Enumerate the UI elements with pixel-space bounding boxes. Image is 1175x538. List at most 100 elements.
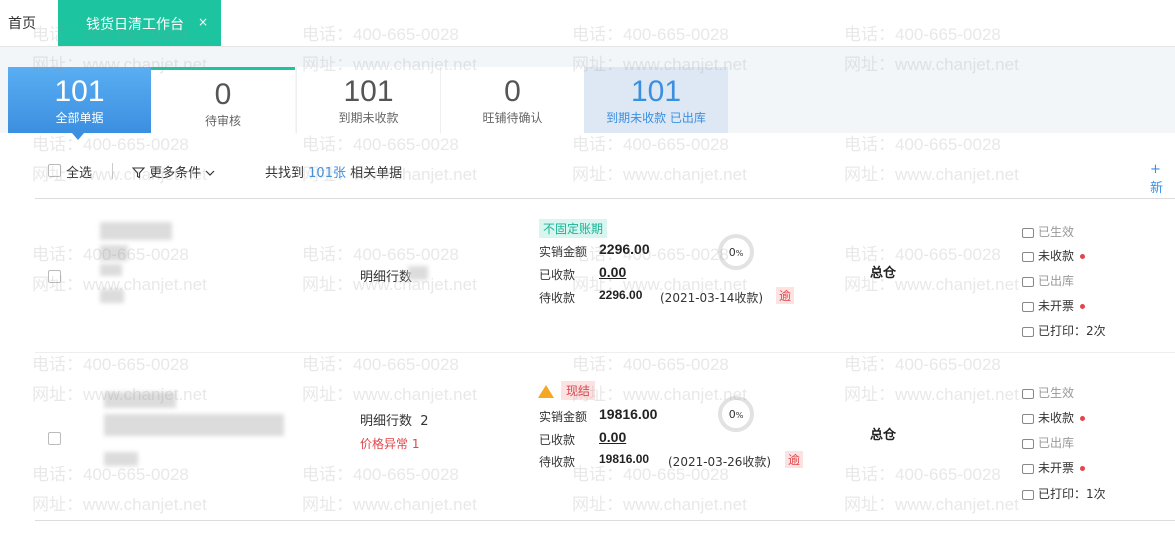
status-effective: 已生效 xyxy=(1022,384,1074,401)
alert-dot xyxy=(1080,304,1086,309)
warehouse: 总仓 xyxy=(870,428,897,443)
watermark-phone: 电话：400-665-0028 xyxy=(302,135,459,154)
received-value[interactable]: 0.00 xyxy=(599,429,626,445)
watermark-phone: 电话：400-665-0028 xyxy=(844,135,1001,154)
money-icon xyxy=(1022,413,1034,424)
alert-dot xyxy=(1080,416,1086,421)
printer-icon xyxy=(1022,326,1034,337)
received-value[interactable]: 0.00 xyxy=(599,264,626,280)
home-icon xyxy=(1022,438,1034,449)
watermark-site: 网址：www.chanjet.net xyxy=(844,385,1019,404)
blurred-customer-info xyxy=(100,222,172,240)
tab-label: 钱货日清工作台 xyxy=(86,17,184,33)
row-divider xyxy=(35,520,1175,521)
filter-icon xyxy=(131,167,146,179)
watermark-phone: 电话：400-665-0028 xyxy=(302,355,459,374)
received-label: 已收款 xyxy=(539,268,576,282)
stat-pending-review[interactable]: 0 待审核 xyxy=(151,67,295,133)
term-tag: 不固定账期 xyxy=(539,219,608,238)
pending-label: 待收款 xyxy=(539,291,576,305)
overdue-badge: 逾 xyxy=(776,287,795,304)
stat-number: 0 xyxy=(214,78,232,111)
detail-line-count: 明细行数 2 xyxy=(360,410,429,429)
status-effective: 已生效 xyxy=(1022,223,1074,240)
warehouse: 总仓 xyxy=(870,266,897,281)
blurred-customer-info xyxy=(100,264,122,276)
home-icon xyxy=(1022,276,1034,287)
due-date: (2021-03-14收款) xyxy=(660,291,764,305)
receipt-progress-text: 0% xyxy=(728,408,744,421)
sales-amount-value: 2296.00 xyxy=(599,241,650,257)
watermark-phone: 电话：400-665-0028 xyxy=(32,355,189,374)
watermark-site: 网址：www.chanjet.net xyxy=(32,495,207,514)
watermark-phone: 电话：400-665-0028 xyxy=(572,135,729,154)
watermark-phone: 电话：400-665-0028 xyxy=(302,245,459,264)
progress-value: 0 xyxy=(728,246,736,259)
stat-due-unreceived-shipped[interactable]: 101 到期未收款 已出库 xyxy=(584,67,728,133)
watermark-site: 网址：www.chanjet.net xyxy=(572,165,747,184)
row-divider xyxy=(35,352,1175,353)
receipt-progress-text: 0% xyxy=(728,246,744,259)
status-printed: 已打印：2次 xyxy=(1022,322,1106,339)
header-divider xyxy=(35,198,1175,199)
stat-label: 旺铺待确认 xyxy=(482,111,543,125)
stat-shop-pending-confirm[interactable]: 0 旺铺待确认 xyxy=(440,67,584,133)
status-text: 未开票 xyxy=(1038,461,1075,475)
watermark-phone: 电话：400-665-0028 xyxy=(572,355,729,374)
invoice-icon xyxy=(1022,463,1034,474)
sales-amount-label: 实销金额 xyxy=(539,410,588,424)
new-button[interactable]: + 新 xyxy=(1150,162,1175,196)
tab-cash-goods-workbench[interactable]: 钱货日清工作台 × xyxy=(58,0,221,46)
overdue-badge: 逾 xyxy=(785,451,804,468)
watermark-phone: 电话：400-665-0028 xyxy=(844,245,1001,264)
watermark-site: 网址：www.chanjet.net xyxy=(844,495,1019,514)
status-text: 未开票 xyxy=(1038,299,1075,313)
watermark-phone: 电话：400-665-0028 xyxy=(302,465,459,484)
blurred-customer-info xyxy=(104,414,284,436)
watermark-site: 网址：www.chanjet.net xyxy=(572,385,747,404)
stat-number: 0 xyxy=(504,75,521,108)
alert-dot xyxy=(1080,466,1086,471)
watermark-phone: 电话：400-665-0028 xyxy=(844,465,1001,484)
status-text: 已生效 xyxy=(1038,386,1075,400)
sales-amount-value: 19816.00 xyxy=(599,406,658,422)
status-shipped: 已出库 xyxy=(1022,434,1074,451)
price-abnormal[interactable]: 价格异常 1 xyxy=(360,435,419,452)
blurred-detail xyxy=(408,266,428,280)
status-text: 未收款 xyxy=(1038,249,1075,263)
comment-icon xyxy=(1022,227,1034,238)
progress-value: 0 xyxy=(728,408,736,421)
watermark-site: 网址：www.chanjet.net xyxy=(302,385,477,404)
alert-dot xyxy=(1080,254,1086,259)
comment-icon xyxy=(1022,388,1034,399)
pending-value: 19816.00 xyxy=(599,452,650,466)
close-icon[interactable]: × xyxy=(198,15,208,29)
watermark-phone: 电话：400-665-0028 xyxy=(572,245,729,264)
stat-label: 全部单据 xyxy=(55,111,104,125)
row-checkbox[interactable] xyxy=(48,270,61,283)
blurred-customer-info xyxy=(104,452,138,466)
more-conditions-button[interactable]: 更多条件 xyxy=(131,162,215,181)
tab-home[interactable]: 首页 xyxy=(8,13,36,33)
stat-label: 到期未收款 已出库 xyxy=(606,111,706,125)
status-unreceived: 未收款 xyxy=(1022,409,1086,426)
select-all-checkbox[interactable] xyxy=(48,164,61,177)
status-unreceived: 未收款 xyxy=(1022,247,1086,264)
status-uninvoiced: 未开票 xyxy=(1022,297,1086,314)
stat-due-unreceived[interactable]: 101 到期未收款 xyxy=(296,67,440,133)
blurred-customer-info xyxy=(100,289,124,303)
more-conditions-label: 更多条件 xyxy=(149,166,202,181)
found-count: 101张 xyxy=(308,166,346,181)
stat-all-documents[interactable]: 101 全部单据 xyxy=(8,67,151,133)
found-prefix: 共找到 xyxy=(265,166,305,181)
sales-amount-label: 实销金额 xyxy=(539,245,588,259)
row-checkbox[interactable] xyxy=(48,432,61,445)
watermark-site: 网址：www.chanjet.net xyxy=(844,165,1019,184)
pending-label: 待收款 xyxy=(539,455,576,469)
status-text: 已打印：2次 xyxy=(1038,324,1106,338)
stat-number: 101 xyxy=(343,75,394,108)
toolbar-divider xyxy=(112,163,113,179)
status-text: 已打印：1次 xyxy=(1038,487,1106,501)
watermark-site: 网址：www.chanjet.net xyxy=(572,495,747,514)
found-summary: 共找到 101张 相关单据 xyxy=(265,162,402,181)
